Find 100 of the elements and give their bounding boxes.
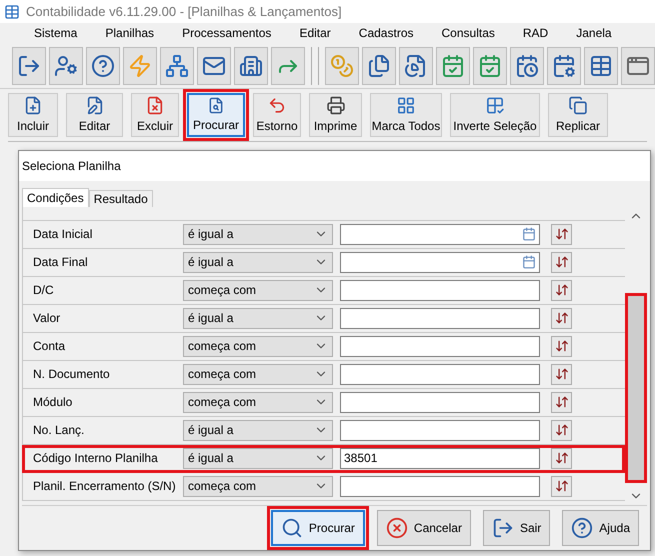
calendar-gear-icon <box>552 54 576 78</box>
app-icon <box>4 4 20 20</box>
field-label: No. Lanç. <box>33 423 86 438</box>
lightning-icon <box>128 54 152 78</box>
field-label: Código Interno Planilha <box>33 451 159 466</box>
menu-item[interactable]: Processamentos <box>168 26 286 40</box>
toolbar-button[interactable] <box>49 46 83 84</box>
toolbar-button[interactable] <box>547 46 581 84</box>
toolbar-button[interactable] <box>86 46 120 84</box>
toolbar-button[interactable]: Editar <box>66 93 123 137</box>
coins-icon <box>330 54 354 78</box>
dialog-button[interactable]: Ajuda <box>562 510 639 546</box>
condition-dropdown[interactable]: começa com <box>183 280 333 301</box>
sort-button[interactable] <box>551 420 572 441</box>
toolbar-button[interactable] <box>621 46 655 84</box>
value-field[interactable]: 38501 <box>340 448 540 469</box>
toolbar-button[interactable]: Procurar <box>187 93 245 137</box>
help-icon <box>571 517 594 539</box>
condition-dropdown[interactable]: é igual a <box>183 252 333 273</box>
toolbar-button[interactable] <box>160 46 194 84</box>
scrollbar-thumb[interactable] <box>625 293 647 483</box>
condition-dropdown[interactable]: é igual a <box>183 308 333 329</box>
field-label: Módulo <box>33 395 74 410</box>
toolbar-button[interactable] <box>399 46 433 84</box>
toolbar-button[interactable]: Incluir <box>8 93 58 137</box>
toolbar-button[interactable] <box>584 46 618 84</box>
sort-button[interactable] <box>551 364 572 385</box>
table-icon <box>589 54 613 78</box>
field-label: Conta <box>33 339 66 354</box>
new-document-icon <box>23 96 43 115</box>
calendar-icon <box>522 227 536 242</box>
sort-button[interactable] <box>551 224 572 245</box>
calendar-icon <box>522 255 536 270</box>
toolbar-button[interactable] <box>271 46 305 84</box>
menu-item[interactable]: Editar <box>285 26 345 40</box>
user-gear-icon <box>54 54 78 78</box>
value-field[interactable] <box>340 364 540 385</box>
menu-item[interactable]: Sistema <box>20 26 92 40</box>
undo-icon <box>267 96 287 115</box>
menu-item[interactable]: Janela <box>562 26 626 40</box>
sort-icon <box>554 227 568 242</box>
menu-item[interactable]: Consultas <box>428 26 509 40</box>
toolbar-button[interactable]: Replicar <box>548 93 608 137</box>
value-field[interactable] <box>340 336 540 357</box>
field-label: D/C <box>33 283 55 298</box>
toolbar-button[interactable] <box>12 46 46 84</box>
condition-dropdown[interactable]: começa com <box>183 336 333 357</box>
sort-icon <box>554 311 568 326</box>
toolbar-separator <box>311 46 319 84</box>
sort-icon <box>554 451 568 466</box>
tab[interactable]: Resultado <box>88 190 153 207</box>
toolbar-button[interactable]: Estorno <box>253 93 301 137</box>
sort-icon <box>554 367 568 382</box>
sort-button[interactable] <box>551 280 572 301</box>
sort-icon <box>554 395 568 410</box>
window-title: Contabilidade v6.11.29.00 - [Planilhas & Lançamentos] <box>26 4 342 19</box>
calendar-check-icon <box>441 54 465 78</box>
menu-item[interactable]: Cadastros <box>344 26 428 40</box>
value-field[interactable] <box>340 420 540 441</box>
grid-check-icon <box>485 96 505 115</box>
condition-dropdown[interactable]: é igual a <box>183 224 333 245</box>
toolbar-button[interactable] <box>234 46 268 84</box>
toolbar-button[interactable]: Inverte Seleção <box>450 93 540 137</box>
toolbar-button[interactable] <box>473 46 507 84</box>
dialog-button[interactable]: Procurar <box>270 510 365 546</box>
toolbar-button[interactable] <box>197 46 231 84</box>
value-field[interactable] <box>340 224 540 245</box>
condition-dropdown[interactable]: é igual a <box>183 420 333 441</box>
tab[interactable]: Condições <box>22 188 89 207</box>
menu-item[interactable]: Planilhas <box>91 26 168 40</box>
files-icon <box>367 54 391 78</box>
sort-button[interactable] <box>551 448 572 469</box>
condition-dropdown[interactable]: começa com <box>183 392 333 413</box>
dialog-button[interactable]: Cancelar <box>376 510 471 546</box>
condition-dropdown[interactable]: começa com <box>183 364 333 385</box>
calendar-check-icon <box>478 54 502 78</box>
toolbar-button[interactable] <box>510 46 544 84</box>
toolbar-button[interactable]: Excluir <box>131 93 179 137</box>
scrollbar[interactable] <box>625 206 647 505</box>
value-field[interactable] <box>340 308 540 329</box>
copy-icon <box>568 96 588 115</box>
value-field[interactable] <box>340 280 540 301</box>
toolbar-button[interactable]: Imprime <box>309 93 362 137</box>
menu-item[interactable]: RAD <box>508 26 562 40</box>
grid-icon <box>396 96 416 115</box>
toolbar-button[interactable]: Marca Todos <box>370 93 442 137</box>
toolbar-button[interactable] <box>436 46 470 84</box>
sort-button[interactable] <box>551 308 572 329</box>
dialog-button[interactable]: Sair <box>482 510 550 546</box>
sort-button[interactable] <box>551 476 572 497</box>
field-label: Data Inicial <box>33 227 94 242</box>
value-field[interactable] <box>340 252 540 273</box>
sort-button[interactable] <box>551 336 572 357</box>
toolbar-button[interactable] <box>362 46 396 84</box>
value-field[interactable] <box>340 476 540 497</box>
sort-button[interactable] <box>551 252 572 273</box>
condition-dropdown[interactable]: começa com <box>183 476 333 497</box>
value-field[interactable] <box>340 392 540 413</box>
condition-dropdown[interactable]: é igual a <box>183 448 333 469</box>
sort-button[interactable] <box>551 392 572 413</box>
